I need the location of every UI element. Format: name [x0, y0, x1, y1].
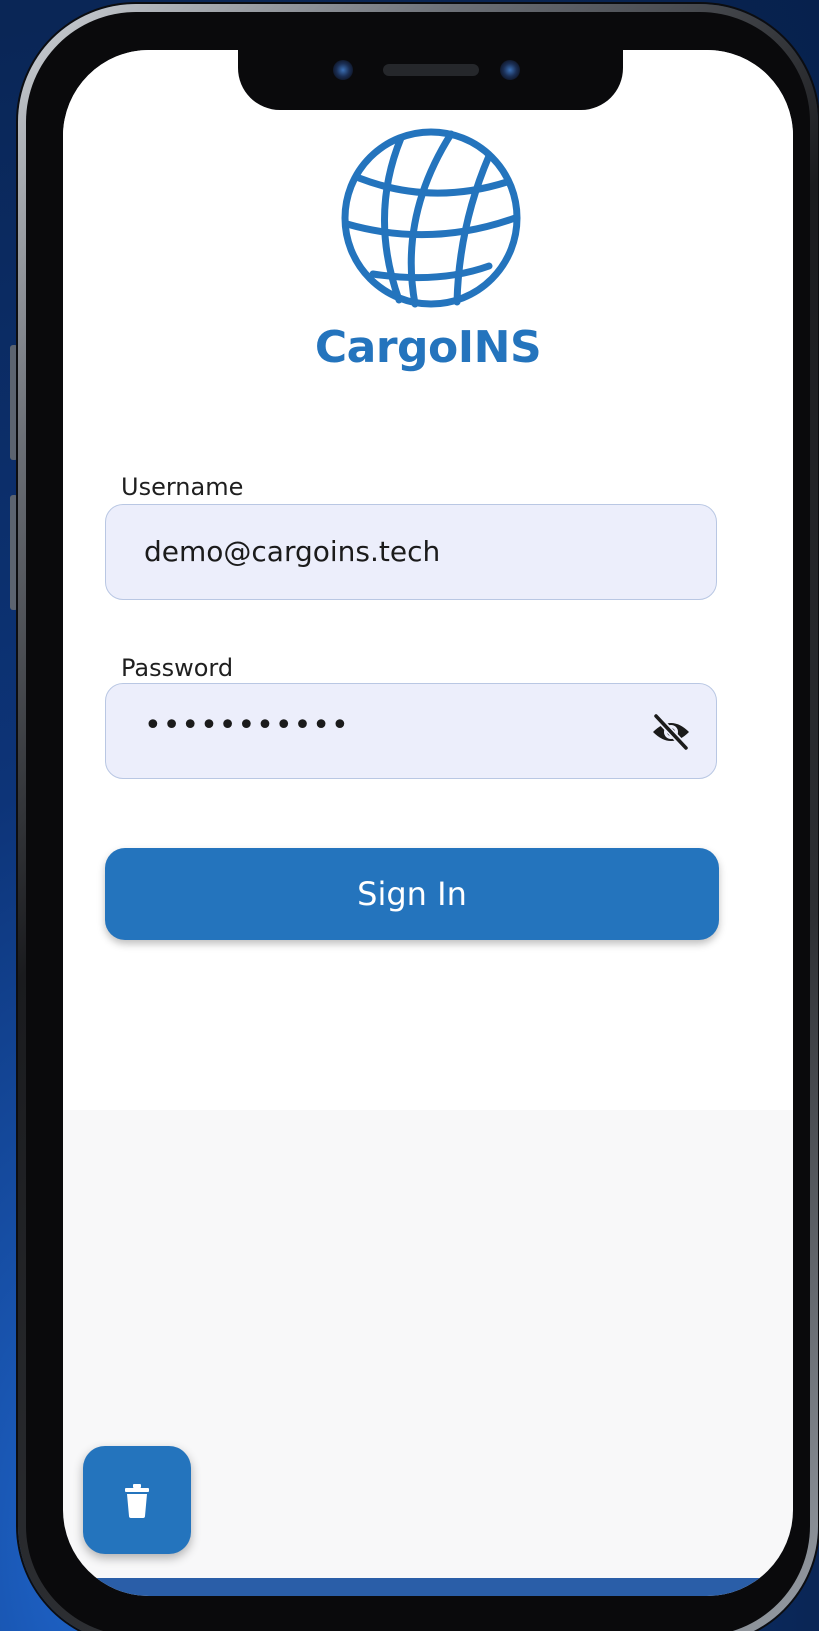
- trash-icon: [125, 1484, 149, 1518]
- password-value: •••••••••••: [144, 708, 350, 743]
- phone-screen: CargoINS Username demo@cargoins.tech Pas…: [63, 50, 793, 1596]
- volume-up-button: [10, 345, 18, 460]
- speaker-grille: [383, 64, 479, 76]
- delete-fab-button[interactable]: [83, 1446, 191, 1554]
- password-label: Password: [121, 654, 234, 682]
- username-value: demo@cargoins.tech: [144, 535, 441, 568]
- username-field[interactable]: demo@cargoins.tech: [105, 504, 717, 600]
- eye-off-icon[interactable]: [650, 712, 692, 752]
- camera-icon: [333, 60, 353, 80]
- sign-in-button[interactable]: Sign In: [105, 848, 719, 940]
- volume-down-button: [10, 495, 18, 610]
- globe-icon: [341, 128, 521, 308]
- password-field[interactable]: •••••••••••: [105, 683, 717, 779]
- background: CargoINS Username demo@cargoins.tech Pas…: [0, 0, 819, 1631]
- sensor-icon: [500, 60, 520, 80]
- username-label: Username: [121, 473, 244, 501]
- bottom-edge: [63, 1578, 793, 1596]
- notch: [238, 50, 623, 110]
- brand-title: CargoINS: [314, 322, 542, 373]
